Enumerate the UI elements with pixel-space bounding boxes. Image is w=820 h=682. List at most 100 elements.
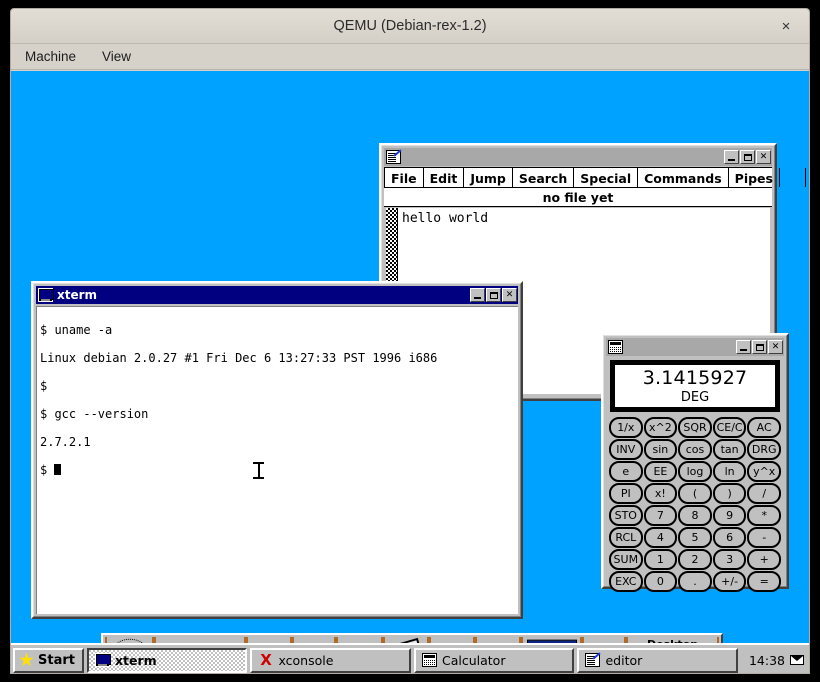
calc-key-4[interactable]: 4 bbox=[643, 527, 678, 548]
calc-key-sum[interactable]: SUM bbox=[609, 549, 643, 570]
calc-key-0[interactable]: 0 bbox=[643, 571, 678, 592]
editor-menu-edit[interactable]: Edit bbox=[424, 168, 465, 187]
close-icon[interactable]: ✕ bbox=[502, 288, 517, 302]
minimize-icon[interactable] bbox=[724, 150, 739, 164]
calc-key-ce-c[interactable]: CE/C bbox=[712, 417, 747, 438]
calculator-keypad: 1/x x^2 SQR CE/C AC INV sin cos tan DRG … bbox=[609, 417, 781, 592]
editor-menu-file[interactable]: File bbox=[384, 168, 424, 187]
calc-key-drg[interactable]: DRG bbox=[747, 439, 781, 460]
taskbar: Start xterm X xconsole Calculator editor… bbox=[11, 643, 809, 673]
calc-key-2[interactable]: 2 bbox=[678, 549, 712, 570]
system-tray: 14:38 bbox=[744, 648, 809, 673]
calc-key-5[interactable]: 5 bbox=[678, 527, 712, 548]
start-star-icon bbox=[19, 652, 34, 667]
maximize-icon[interactable] bbox=[752, 340, 767, 354]
maximize-icon[interactable] bbox=[486, 288, 501, 302]
calc-key-9[interactable]: 9 bbox=[712, 505, 747, 526]
minimize-icon[interactable] bbox=[736, 340, 751, 354]
calc-key-inverse[interactable]: 1/x bbox=[609, 417, 643, 438]
calc-key-divide[interactable]: / bbox=[747, 483, 781, 504]
guest-desktop[interactable]: ✕ File Edit Jump Search Special Commands… bbox=[11, 71, 809, 673]
calc-key-ac[interactable]: AC bbox=[747, 417, 781, 438]
calc-key-lparen[interactable]: ( bbox=[678, 483, 712, 504]
calc-key-rcl[interactable]: RCL bbox=[609, 527, 643, 548]
calc-key-ee[interactable]: EE bbox=[643, 461, 678, 482]
taskbar-item-editor[interactable]: editor bbox=[577, 647, 738, 673]
calculator-window[interactable]: ✕ 3.1415927 DEG 1/x x^2 SQR CE/C AC INV … bbox=[601, 333, 789, 592]
terminal-prompt-line: $ bbox=[40, 463, 518, 477]
taskbar-item-xterm[interactable]: xterm bbox=[86, 647, 248, 673]
taskbar-label-xconsole: xconsole bbox=[278, 652, 334, 668]
calc-key-log[interactable]: log bbox=[678, 461, 712, 482]
host-titlebar: QEMU (Debian-rex-1.2) × bbox=[11, 9, 809, 44]
host-menubar: Machine View bbox=[11, 44, 809, 70]
menu-view[interactable]: View bbox=[98, 47, 135, 66]
calculator-icon bbox=[608, 340, 623, 354]
taskbar-label-editor: editor bbox=[605, 652, 643, 668]
calc-key-6[interactable]: 6 bbox=[712, 527, 747, 548]
calculator-display: 3.1415927 DEG bbox=[610, 360, 780, 412]
xterm-window-controls: ✕ bbox=[470, 288, 517, 302]
calc-key-rparen[interactable]: ) bbox=[712, 483, 747, 504]
calculator-angle-mode: DEG bbox=[680, 390, 710, 405]
calc-key-sto[interactable]: STO bbox=[609, 505, 643, 526]
calc-key-minus[interactable]: - bbox=[747, 527, 781, 548]
editor-window-controls: ✕ bbox=[724, 150, 771, 164]
calc-key-tan[interactable]: tan bbox=[712, 439, 747, 460]
calc-key-3[interactable]: 3 bbox=[712, 549, 747, 570]
editor-menu-search[interactable]: Search bbox=[513, 168, 575, 187]
calc-key-factorial[interactable]: x! bbox=[643, 483, 678, 504]
calc-key-ln[interactable]: ln bbox=[712, 461, 747, 482]
terminal-line: $ uname -a bbox=[40, 323, 113, 337]
start-button-label: Start bbox=[38, 652, 75, 668]
calc-key-8[interactable]: 8 bbox=[678, 505, 712, 526]
xterm-terminal-output[interactable]: $ uname -a Linux debian 2.0.27 #1 Fri De… bbox=[36, 306, 518, 614]
terminal-cursor bbox=[54, 464, 62, 475]
close-icon[interactable]: ✕ bbox=[756, 150, 771, 164]
envelope-icon[interactable] bbox=[790, 655, 805, 665]
taskbar-clock[interactable]: 14:38 bbox=[749, 653, 785, 668]
qemu-host-window: QEMU (Debian-rex-1.2) × Machine View ✕ F… bbox=[10, 8, 810, 674]
calc-key-1[interactable]: 1 bbox=[643, 549, 678, 570]
calc-key-sin[interactable]: sin bbox=[643, 439, 678, 460]
xterm-titlebar[interactable]: xterm ✕ bbox=[36, 286, 518, 304]
editor-menu-blank[interactable] bbox=[780, 168, 806, 187]
xterm-window[interactable]: xterm ✕ $ uname -a Linux debian 2.0.27 #… bbox=[31, 281, 523, 619]
editor-menu-commands[interactable]: Commands bbox=[638, 168, 729, 187]
calc-key-sign[interactable]: +/- bbox=[712, 571, 747, 592]
calc-key-decimal[interactable]: . bbox=[678, 571, 712, 592]
taskbar-item-calculator[interactable]: Calculator bbox=[413, 647, 575, 673]
calc-key-plus[interactable]: + bbox=[747, 549, 781, 570]
minimize-icon[interactable] bbox=[470, 288, 485, 302]
calc-key-equals[interactable]: = bbox=[747, 571, 781, 592]
calc-key-7[interactable]: 7 bbox=[643, 505, 678, 526]
editor-titlebar[interactable]: ✕ bbox=[384, 148, 772, 166]
close-icon[interactable]: ✕ bbox=[768, 340, 783, 354]
editor-icon bbox=[585, 653, 601, 667]
editor-menu-pipes[interactable]: Pipes bbox=[729, 168, 780, 187]
calc-key-cos[interactable]: cos bbox=[678, 439, 712, 460]
calc-key-pi[interactable]: PI bbox=[609, 483, 643, 504]
calc-key-sqrt[interactable]: SQR bbox=[678, 417, 712, 438]
monitor-icon bbox=[94, 653, 111, 667]
calculator-titlebar[interactable]: ✕ bbox=[606, 338, 784, 356]
maximize-icon[interactable] bbox=[740, 150, 755, 164]
calc-key-exc[interactable]: EXC bbox=[609, 571, 643, 592]
calc-key-inv[interactable]: INV bbox=[609, 439, 643, 460]
editor-menu-overflow[interactable]: - bbox=[806, 168, 809, 187]
calc-key-e[interactable]: e bbox=[609, 461, 643, 482]
calculator-display-value: 3.1415927 bbox=[642, 367, 748, 389]
terminal-line: $ bbox=[40, 379, 48, 393]
editor-menu-jump[interactable]: Jump bbox=[464, 168, 513, 187]
editor-menu-special[interactable]: Special bbox=[574, 168, 639, 187]
taskbar-item-xconsole[interactable]: X xconsole bbox=[250, 647, 411, 673]
start-button[interactable]: Start bbox=[13, 647, 84, 673]
menu-machine[interactable]: Machine bbox=[21, 47, 80, 66]
close-icon[interactable]: × bbox=[776, 17, 796, 37]
monitor-icon bbox=[38, 288, 54, 302]
x-logo-icon: X bbox=[260, 651, 272, 669]
calc-key-power[interactable]: y^x bbox=[747, 461, 781, 482]
calc-key-square[interactable]: x^2 bbox=[643, 417, 678, 438]
editor-icon bbox=[386, 150, 401, 164]
calc-key-multiply[interactable]: * bbox=[747, 505, 781, 526]
